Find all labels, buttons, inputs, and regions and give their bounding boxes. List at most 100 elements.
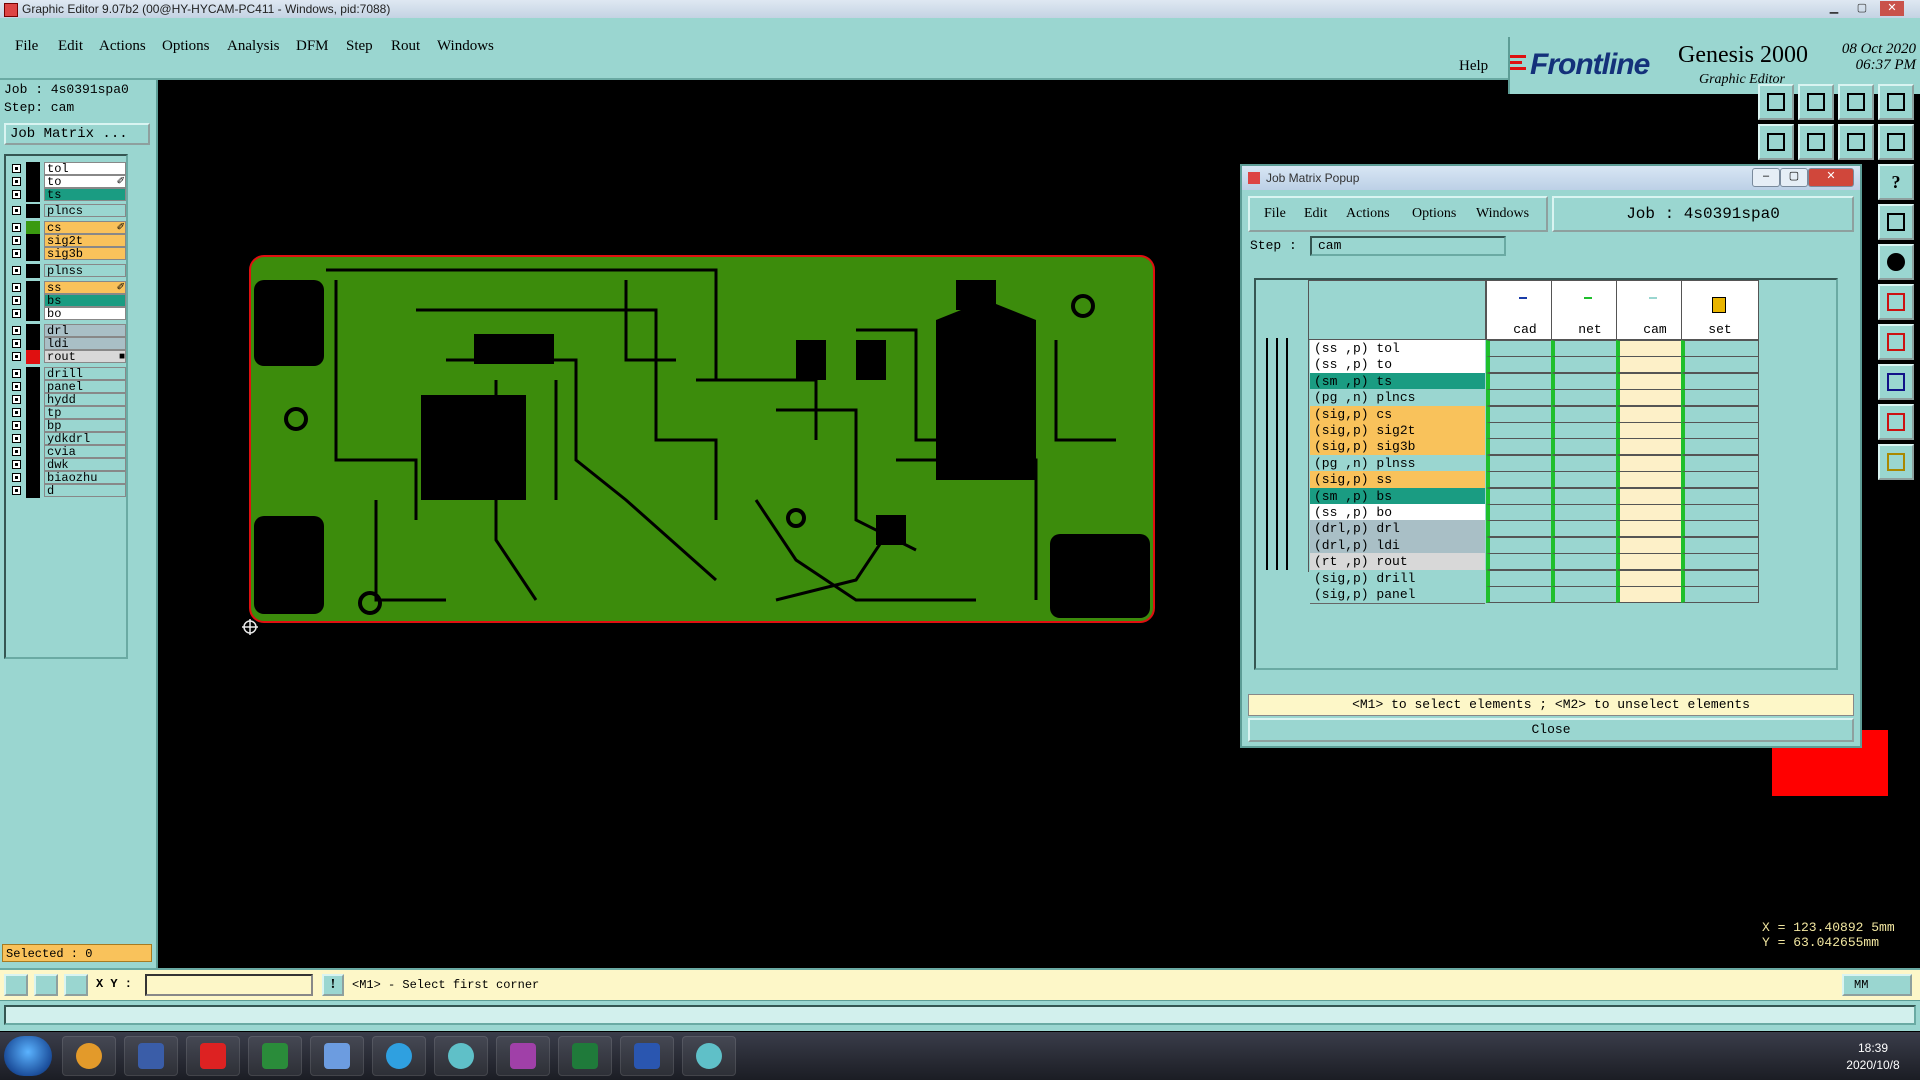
matrix-cell[interactable] xyxy=(1681,520,1759,538)
layer-name[interactable]: bo xyxy=(44,307,126,321)
taskbar-clock[interactable]: 18:39 2020/10/8 xyxy=(1838,1040,1908,1074)
layer-color-swatch[interactable] xyxy=(26,445,40,459)
matrix-cell[interactable] xyxy=(1681,405,1759,423)
matrix-row-label[interactable]: (sig,p) panel xyxy=(1310,586,1485,604)
menu-step[interactable]: Step xyxy=(346,38,373,55)
tool-grid-icon[interactable] xyxy=(1878,84,1914,120)
popup-step-field[interactable]: cam xyxy=(1310,236,1506,256)
layer-row-to[interactable]: to ✐ xyxy=(10,175,127,189)
layer-color-swatch[interactable] xyxy=(26,175,40,189)
layer-color-swatch[interactable] xyxy=(26,406,40,420)
unit-selector[interactable]: MM xyxy=(1842,974,1912,996)
layer-checkbox[interactable] xyxy=(12,326,21,335)
job-matrix-button[interactable]: Job Matrix ... xyxy=(4,123,150,145)
layer-name[interactable]: sig3b xyxy=(44,247,126,261)
maximize-button[interactable]: ▢ xyxy=(1850,1,1874,16)
layer-name[interactable]: ydkdrl xyxy=(44,432,126,446)
matrix-row-label[interactable]: (sig,p) ss xyxy=(1310,471,1485,490)
taskbar-notepad-icon[interactable] xyxy=(310,1036,364,1076)
taskbar-xmanager-icon[interactable] xyxy=(496,1036,550,1076)
layer-name[interactable]: cs xyxy=(44,221,126,235)
matrix-row-label[interactable]: (sig,p) sig2t xyxy=(1310,422,1485,440)
layer-row-hydd[interactable]: hydd xyxy=(10,393,127,407)
zoom-fit-icon[interactable] xyxy=(4,974,28,996)
layer-name[interactable]: plnss xyxy=(44,264,126,278)
layer-row-rout[interactable]: rout ■ xyxy=(10,350,127,364)
layer-row-ss[interactable]: ss ✐ xyxy=(10,281,127,295)
layer-name[interactable]: ss xyxy=(44,281,126,295)
matrix-row-label[interactable]: (sm ,p) ts xyxy=(1310,372,1485,391)
layer-checkbox[interactable] xyxy=(12,434,21,443)
popup-menu-windows[interactable]: Windows xyxy=(1476,206,1529,222)
layer-row-bo[interactable]: bo xyxy=(10,307,127,321)
matrix-cell[interactable] xyxy=(1681,372,1759,390)
layer-name[interactable]: cvia xyxy=(44,445,126,459)
matrix-row-label[interactable]: (pg ,n) plncs xyxy=(1310,389,1485,408)
layer-row-ldi[interactable]: ldi xyxy=(10,337,127,351)
layer-color-swatch[interactable] xyxy=(26,419,40,433)
menu-help[interactable]: Help xyxy=(1459,58,1488,75)
tool-warning-icon[interactable] xyxy=(1878,404,1914,440)
matrix-cell[interactable] xyxy=(1681,569,1759,587)
layer-color-swatch[interactable] xyxy=(26,281,40,295)
zoom-area-icon[interactable] xyxy=(34,974,58,996)
layer-checkbox[interactable] xyxy=(12,473,21,482)
layer-checkbox[interactable] xyxy=(12,164,21,173)
layer-row-drl[interactable]: drl xyxy=(10,324,127,338)
layer-checkbox[interactable] xyxy=(12,283,21,292)
layer-name[interactable]: tp xyxy=(44,406,126,420)
popup-close-button[interactable]: ✕ xyxy=(1808,168,1854,187)
layer-name[interactable]: drl xyxy=(44,324,126,338)
layer-checkbox[interactable] xyxy=(12,177,21,186)
layer-row-tp[interactable]: tp xyxy=(10,406,127,420)
layer-checkbox[interactable] xyxy=(12,223,21,232)
menu-analysis[interactable]: Analysis xyxy=(227,38,280,55)
layer-name[interactable]: bs xyxy=(44,294,126,308)
layer-checkbox[interactable] xyxy=(12,408,21,417)
tool-zoom-icon[interactable] xyxy=(1878,244,1914,280)
matrix-row-label[interactable]: (pg ,n) plnss xyxy=(1310,454,1485,473)
taskbar-save-icon[interactable] xyxy=(124,1036,178,1076)
layer-row-tol[interactable]: tol xyxy=(10,162,127,176)
menu-windows[interactable]: Windows xyxy=(437,38,494,55)
matrix-row-label[interactable]: (drl,p) drl xyxy=(1310,520,1485,539)
layer-checkbox[interactable] xyxy=(12,382,21,391)
layer-row-d[interactable]: d xyxy=(10,484,127,498)
layer-color-swatch[interactable] xyxy=(26,393,40,407)
layer-checkbox[interactable] xyxy=(12,421,21,430)
matrix-cell[interactable] xyxy=(1681,356,1759,374)
popup-menu-file[interactable]: File xyxy=(1264,206,1286,222)
taskbar-app-red-icon[interactable] xyxy=(186,1036,240,1076)
tool-snap-icon[interactable] xyxy=(1878,284,1914,320)
xy-input[interactable] xyxy=(145,974,313,996)
menu-edit[interactable]: Edit xyxy=(58,38,83,55)
matrix-row-label[interactable]: (ss ,p) bo xyxy=(1310,504,1485,522)
matrix-row-label[interactable]: (rt ,p) rout xyxy=(1310,553,1485,572)
layer-color-swatch[interactable] xyxy=(26,337,40,351)
popup-maximize-button[interactable]: ▢ xyxy=(1780,168,1808,187)
layer-checkbox[interactable] xyxy=(12,369,21,378)
taskbar-excel-icon[interactable] xyxy=(558,1036,612,1076)
matrix-cell[interactable] xyxy=(1681,389,1759,407)
layer-row-dwk[interactable]: dwk xyxy=(10,458,127,472)
menu-actions[interactable]: Actions xyxy=(99,38,146,55)
minimize-button[interactable]: ▁ xyxy=(1822,1,1846,16)
layer-color-swatch[interactable] xyxy=(26,350,40,364)
layer-checkbox[interactable] xyxy=(12,339,21,348)
popup-menu-edit[interactable]: Edit xyxy=(1304,206,1327,222)
layer-name[interactable]: plncs xyxy=(44,204,126,218)
tool-home-icon[interactable] xyxy=(1838,84,1874,120)
layer-row-sig3b[interactable]: sig3b xyxy=(10,247,127,261)
taskbar-word-icon[interactable] xyxy=(620,1036,674,1076)
layer-checkbox[interactable] xyxy=(12,447,21,456)
layer-name[interactable]: bp xyxy=(44,419,126,433)
layer-name[interactable]: drill xyxy=(44,367,126,381)
grid-toggle-icon[interactable] xyxy=(64,974,88,996)
taskbar-genesis-icon[interactable] xyxy=(434,1036,488,1076)
menu-dfm[interactable]: DFM xyxy=(296,38,329,55)
layer-color-swatch[interactable] xyxy=(26,188,40,202)
matrix-row-label[interactable]: (sm ,p) bs xyxy=(1310,487,1485,506)
taskbar-app-green-icon[interactable] xyxy=(248,1036,302,1076)
matrix-cell[interactable] xyxy=(1681,340,1759,357)
layer-color-swatch[interactable] xyxy=(26,247,40,261)
